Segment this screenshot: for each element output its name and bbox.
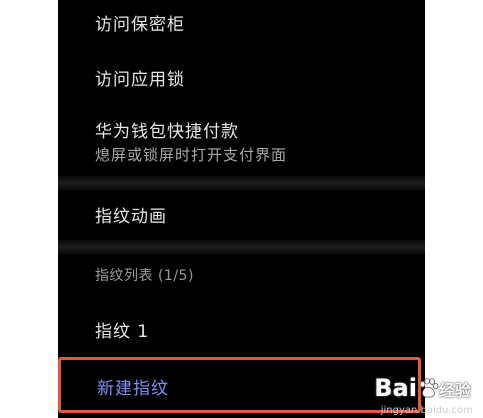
settings-item-label: 访问应用锁 xyxy=(95,70,185,90)
watermark-url: jingyan.baidu.com xyxy=(380,405,473,416)
settings-item-huawei-wallet-quick-pay[interactable]: 华为钱包快捷付款 熄屏或锁屏时打开支付界面 xyxy=(58,108,425,170)
watermark-logo: Bai 经验 xyxy=(374,374,471,402)
settings-item-vault-access[interactable]: 访问保密柜 xyxy=(58,0,425,44)
fingerprint-item-label: 指纹 1 xyxy=(95,322,150,342)
settings-item-label: 访问保密柜 xyxy=(95,15,185,35)
fingerprint-list-header: 指纹列表 (1/5) xyxy=(95,268,194,284)
watermark-logo-suffix: 经验 xyxy=(438,381,471,400)
watermark-logo-text: Bai xyxy=(374,374,417,402)
fingerprint-list-item[interactable]: 指纹 1 xyxy=(58,308,425,348)
settings-item-label: 指纹动画 xyxy=(95,207,167,227)
baidu-jingyan-watermark: Bai 经验 jingyan.baidu.com xyxy=(361,372,479,416)
new-fingerprint-button[interactable]: 新建指纹 xyxy=(97,374,169,399)
settings-item-fingerprint-animation[interactable]: 指纹动画 xyxy=(58,194,425,238)
settings-item-label: 华为钱包快捷付款 xyxy=(95,122,239,142)
settings-item-app-lock-access[interactable]: 访问应用锁 xyxy=(58,56,425,96)
settings-item-subtitle: 熄屏或锁屏时打开支付界面 xyxy=(95,146,288,164)
settings-screen: 访问保密柜 访问应用锁 华为钱包快捷付款 熄屏或锁屏时打开支付界面 指纹动画 指… xyxy=(58,0,425,418)
baidu-paw-icon xyxy=(419,377,439,398)
section-divider xyxy=(58,176,425,190)
section-divider xyxy=(58,240,425,254)
